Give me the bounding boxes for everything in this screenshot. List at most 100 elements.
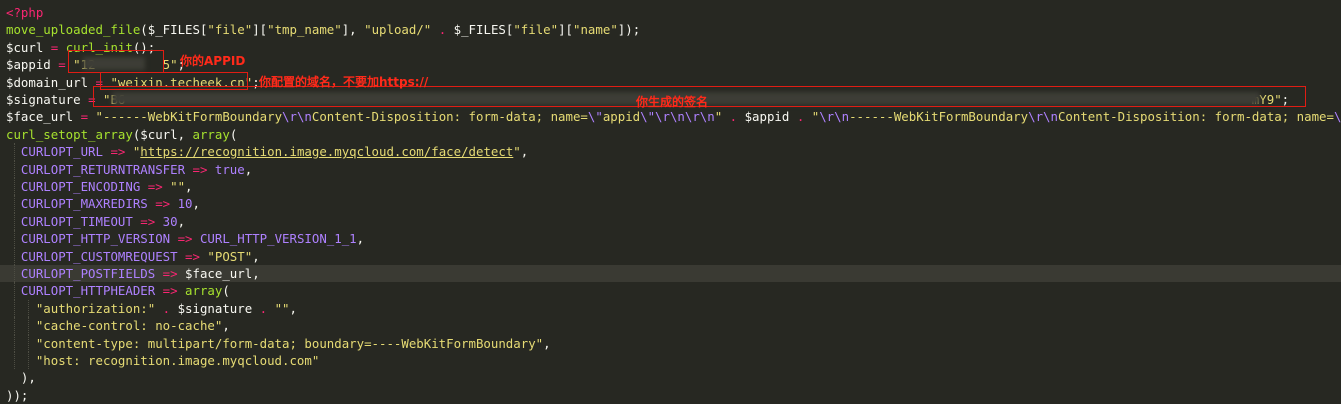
code-token: ( [222,283,230,299]
code-token: $face_url [185,266,253,281]
code-token: \r\n [282,109,312,125]
code-token: , [244,161,253,177]
code-line[interactable]: "authorization:" . $signature . "", [0,299,1341,318]
code-token: "------WebKitFormBoundary [95,109,283,125]
code-token: , [356,231,365,247]
code-token: => [132,213,163,229]
code-token: Content-Disposition: form-data; name= [311,109,588,125]
code-token: => [177,248,208,264]
code-token: => [155,266,186,281]
code-token: "" [170,179,186,194]
code-line[interactable]: ), [0,369,1341,386]
code-text: "host: recognition.image.myqcloud.com" [6,352,319,369]
code-token: )); [6,387,29,403]
code-text: CURLOPT_TIMEOUT => 30, [6,213,185,230]
code-token: , [252,248,260,264]
signature-annotation: 你生成的签名 [636,95,709,109]
code-text: curl_setopt_array($curl, array( [6,126,237,143]
code-token: ($_FILES[ [140,22,208,38]
code-token: "file" [513,22,559,38]
code-token: CURL_HTTP_VERSION_1_1 [199,231,357,247]
code-text: $face_url = "------WebKitFormBoundary\r\… [6,108,1341,125]
code-token: . [252,300,275,316]
code-text: move_uploaded_file($_FILES["file"]["tmp_… [6,21,640,38]
code-token: "file" [207,22,253,38]
code-token: , [222,318,230,334]
code-token: => [147,196,178,212]
code-line[interactable]: move_uploaded_file($_FILES["file"]["tmp_… [0,21,1341,38]
code-token: ), [6,370,36,386]
code-token: $face_url [6,109,74,125]
code-line[interactable]: $face_url = "------WebKitFormBoundary\r\… [0,108,1341,125]
code-line[interactable]: "cache-control: no-cache", [0,317,1341,335]
code-line[interactable]: curl_setopt_array($curl, array( [0,126,1341,143]
code-line[interactable]: CURLOPT_MAXREDIRS => 10, [0,195,1341,213]
code-line[interactable]: "content-type: multipart/form-data; boun… [0,334,1341,352]
code-token: . [722,109,745,125]
code-token: CURLOPT_TIMEOUT [20,213,133,229]
code-line[interactable]: CURLOPT_URL => "https://recognition.imag… [0,143,1341,161]
code-text: CURLOPT_ENCODING => "", [6,178,193,195]
code-token: \r\n [1028,109,1058,125]
code-token: "name" [573,22,618,38]
code-token: "host: recognition.image.myqcloud.com" [35,353,320,368]
code-token: $signature [6,92,81,107]
code-line[interactable]: "host: recognition.image.myqcloud.com" [0,352,1341,370]
code-line[interactable]: <?php [0,4,1341,21]
code-token: Content-Disposition: form-data; name= [1057,109,1334,125]
code-token: => [140,179,171,194]
code-token: <?php [6,5,44,20]
code-text: <?php [6,4,43,21]
code-token: move_uploaded_file [6,22,141,38]
code-token: => [155,283,186,299]
code-token: 30 [162,213,178,229]
code-line[interactable]: CURLOPT_POSTFIELDS => $face_url, [0,265,1341,283]
code-token: CURLOPT_URL [20,144,103,160]
code-token: , [520,144,529,160]
code-text: )); [6,387,28,404]
code-token: "cache-control: no-cache" [35,318,223,334]
code-token: array [185,283,223,299]
code-line[interactable]: CURLOPT_HTTPHEADER => array( [0,282,1341,300]
code-token: \" [587,109,603,125]
code-editor[interactable]: <?php move_uploaded_file($_FILES["file"][… [0,0,1341,403]
code-token: curl_setopt_array [6,126,133,142]
code-text: "content-type: multipart/form-data; boun… [6,335,551,352]
code-line[interactable]: CURLOPT_CUSTOMREQUEST => "POST", [0,247,1341,265]
code-token: . [155,300,178,316]
code-token: ]); [617,22,641,38]
code-token: ], [341,22,365,38]
code-token: CURLOPT_ENCODING [20,179,141,194]
code-token: 10 [177,196,193,212]
code-token: CURLOPT_CUSTOMREQUEST [20,248,178,264]
code-token: array [192,126,230,142]
code-token: => [185,161,215,177]
code-token: ][ [252,22,268,38]
code-line[interactable]: CURLOPT_TIMEOUT => 30, [0,212,1341,231]
code-token: = [73,109,96,125]
appid-highlight-box [68,50,164,73]
code-token: \" [640,109,656,125]
code-line[interactable]: )); [0,387,1341,404]
code-text: CURLOPT_CUSTOMREQUEST => "POST", [6,248,260,265]
code-token: , [289,300,297,316]
code-token: $appid [744,109,790,125]
code-line[interactable]: CURLOPT_HTTP_VERSION => CURL_HTTP_VERSIO… [0,230,1341,248]
code-token: . [789,109,812,125]
code-text: "authorization:" . $signature . "", [6,300,297,317]
code-token: CURLOPT_POSTFIELDS [20,266,156,281]
code-token: . [431,22,454,38]
code-token: "tmp_name" [267,22,342,38]
code-line[interactable]: CURLOPT_ENCODING => "", [0,178,1341,196]
code-text: CURLOPT_URL => "https://recognition.imag… [6,143,528,160]
code-line[interactable]: CURLOPT_RETURNTRANSFER => true, [0,160,1341,178]
